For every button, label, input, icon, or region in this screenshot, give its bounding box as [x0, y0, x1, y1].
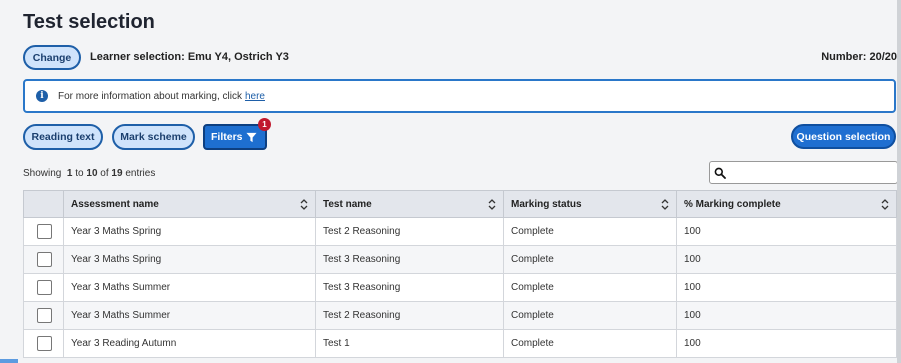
cell-marking-complete: 100: [676, 217, 897, 246]
table-header-row: Assessment name Test name Marking status…: [23, 190, 897, 218]
filter-icon: [246, 132, 257, 143]
row-checkbox[interactable]: [37, 252, 52, 267]
header-select: [23, 190, 64, 218]
cell-marking-status: Complete: [503, 301, 677, 330]
sort-icon: [661, 199, 669, 210]
cell-marking-status: Complete: [503, 217, 677, 246]
header-marking-complete[interactable]: % Marking complete: [676, 190, 897, 218]
cell-assessment-name: Year 3 Maths Summer: [63, 301, 316, 330]
bottom-left-indicator: [0, 359, 18, 363]
cell-test-name: Test 3 Reasoning: [315, 245, 504, 274]
info-link[interactable]: here: [245, 91, 265, 102]
sort-icon: [300, 199, 308, 210]
table-row[interactable]: Year 3 Maths Summer Test 3 Reasoning Com…: [23, 273, 897, 302]
cell-test-name: Test 2 Reasoning: [315, 301, 504, 330]
mark-scheme-button[interactable]: Mark scheme: [112, 124, 195, 150]
cell-assessment-name: Year 3 Maths Summer: [63, 273, 316, 302]
cell-marking-status: Complete: [503, 329, 677, 358]
search-icon: [714, 167, 726, 179]
cell-assessment-name: Year 3 Maths Spring: [63, 245, 316, 274]
learner-selection: Learner selection: Emu Y4, Ostrich Y3: [90, 51, 289, 63]
row-checkbox[interactable]: [37, 224, 52, 239]
info-text: For more information about marking, clic…: [58, 90, 242, 102]
filters-label: Filters: [211, 131, 243, 143]
vertical-scrollbar[interactable]: [897, 0, 901, 363]
cell-marking-complete: 100: [676, 329, 897, 358]
header-marking-status[interactable]: Marking status: [503, 190, 677, 218]
cell-marking-complete: 100: [676, 273, 897, 302]
table-row[interactable]: Year 3 Reading Autumn Test 1 Complete 10…: [23, 329, 897, 358]
table-row[interactable]: Year 3 Maths Spring Test 3 Reasoning Com…: [23, 245, 897, 274]
cell-test-name: Test 3 Reasoning: [315, 273, 504, 302]
search-input[interactable]: [709, 161, 898, 184]
assessment-table: Assessment name Test name Marking status…: [23, 190, 897, 358]
sort-icon: [488, 199, 496, 210]
header-assessment-name[interactable]: Assessment name: [63, 190, 316, 218]
filters-count-badge: 1: [258, 118, 271, 131]
cell-marking-complete: 100: [676, 245, 897, 274]
learner-number: Number: 20/20: [821, 51, 897, 63]
cell-test-name: Test 2 Reasoning: [315, 217, 504, 246]
row-checkbox[interactable]: [37, 308, 52, 323]
cell-marking-status: Complete: [503, 273, 677, 302]
info-icon: i: [36, 90, 48, 102]
cell-test-name: Test 1: [315, 329, 504, 358]
cell-marking-complete: 100: [676, 301, 897, 330]
row-checkbox[interactable]: [37, 336, 52, 351]
cell-assessment-name: Year 3 Reading Autumn: [63, 329, 316, 358]
header-test-name[interactable]: Test name: [315, 190, 504, 218]
sort-icon: [881, 199, 889, 210]
table-row[interactable]: Year 3 Maths Summer Test 2 Reasoning Com…: [23, 301, 897, 330]
filters-button[interactable]: Filters: [203, 124, 267, 150]
cell-marking-status: Complete: [503, 245, 677, 274]
cell-assessment-name: Year 3 Maths Spring: [63, 217, 316, 246]
reading-text-button[interactable]: Reading text: [23, 124, 103, 150]
page-title: Test selection: [23, 11, 155, 33]
question-selection-button[interactable]: Question selection: [791, 124, 896, 149]
table-row[interactable]: Year 3 Maths Spring Test 2 Reasoning Com…: [23, 217, 897, 246]
row-checkbox[interactable]: [37, 280, 52, 295]
change-button[interactable]: Change: [23, 45, 81, 70]
info-banner: i For more information about marking, cl…: [23, 79, 896, 113]
entries-summary: Showing 1 to 10 of 19 entries: [23, 168, 156, 179]
